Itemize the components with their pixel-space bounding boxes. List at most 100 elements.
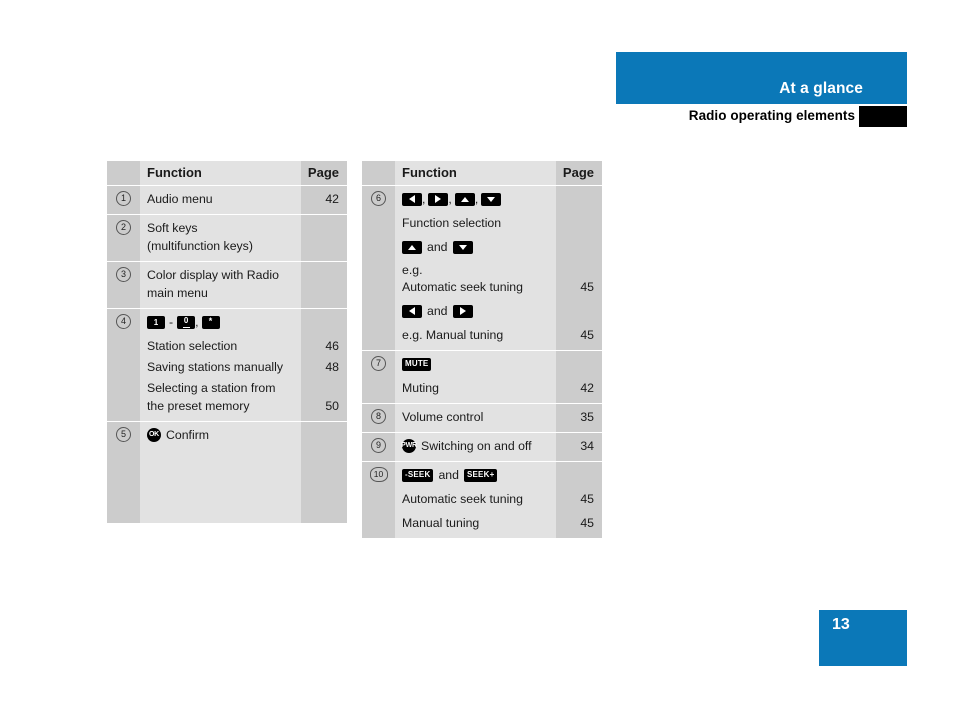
function-line: Saving stations manually — [147, 360, 284, 374]
page-ref[interactable]: 42 — [556, 379, 594, 397]
column-header-page: Page — [301, 161, 347, 185]
row-page-cell: 34 — [556, 433, 602, 461]
table-row: 2 Soft keys (multifunction keys) — [107, 215, 347, 262]
page-ref[interactable]: 45 — [556, 514, 594, 532]
column-header-function: Function — [395, 161, 547, 185]
row-index-cell: 1 — [107, 186, 140, 214]
row-index-cell: 5 — [107, 422, 140, 523]
page-ref[interactable]: 50 — [301, 397, 339, 415]
page-ref[interactable]: 45 — [556, 279, 594, 296]
key-glyph-row: and — [402, 238, 541, 256]
row-page-cell: 42 — [556, 351, 602, 403]
function-line: Selecting a station from — [147, 381, 276, 395]
row-page-cell — [301, 262, 347, 308]
arrow-up-key-icon — [454, 192, 475, 206]
function-line: Color display with Radio — [147, 268, 279, 282]
page-ref[interactable]: 34 — [556, 437, 594, 455]
function-line: (multifunction keys) — [147, 239, 253, 253]
column-gap — [292, 309, 301, 421]
arrow-down-key-icon — [481, 192, 502, 206]
triangle-right-glyph — [435, 195, 442, 203]
number-key-0-icon: 0 — [177, 315, 196, 329]
function-table-left: Function Page 1 Audio menu 42 2 Soft key… — [107, 161, 347, 523]
table-row: 8 Volume control 35 — [362, 404, 602, 433]
circled-number-icon: 7 — [371, 356, 386, 372]
key-comma: , — [474, 192, 479, 206]
circled-number-icon: 2 — [116, 220, 131, 236]
circled-number-icon: 1 — [116, 191, 131, 207]
arrow-left-key-icon — [402, 304, 422, 318]
page-ref[interactable]: 35 — [556, 408, 594, 426]
function-line: Station selection — [147, 339, 238, 353]
row-function-cell: Volume control — [395, 404, 547, 432]
row-function-cell: OK Confirm — [140, 422, 292, 523]
function-line: Manual tuning — [402, 516, 480, 530]
column-header-index — [362, 161, 395, 185]
row-function-cell: Soft keys (multifunction keys) — [140, 215, 292, 261]
ok-button-icon: OK — [147, 428, 161, 442]
column-header-index — [107, 161, 140, 185]
key-glyph-row: PWR Switching on and off — [401, 437, 541, 455]
row-index-cell: 6 — [362, 186, 395, 350]
function-line: Soft keys — [147, 221, 198, 235]
key-glyph-row: and — [402, 302, 541, 320]
function-line: Automatic seek tuning — [402, 280, 523, 294]
row-index-cell: 10 — [362, 462, 395, 538]
page-ref[interactable]: 45 — [556, 326, 594, 344]
table-header-row: Function Page — [362, 161, 602, 186]
arrow-right-key-icon — [452, 304, 473, 318]
page-ref — [301, 426, 339, 444]
row-index-cell: 8 — [362, 404, 395, 432]
header-section-title: Radio operating elements — [688, 108, 855, 123]
page-ref — [301, 266, 339, 284]
key-comma: , — [195, 315, 199, 329]
header-chapter-title: At a glance — [779, 80, 863, 97]
seek-down-key-icon: -SEEK — [402, 468, 434, 482]
table-row: 7 MUTE Muting 42 — [362, 351, 602, 404]
page-ref[interactable]: 48 — [301, 358, 339, 376]
underscore-mark-icon — [182, 326, 190, 328]
key-glyph-row: OK Confirm — [147, 426, 286, 444]
key-glyph-row: MUTE — [402, 355, 541, 373]
row-function-cell: Audio menu — [140, 186, 292, 214]
column-header-function: Function — [140, 161, 292, 185]
row-index-cell: 4 — [107, 309, 140, 421]
row-index-cell: 3 — [107, 262, 140, 308]
key-comma: , — [422, 192, 426, 206]
column-gap — [292, 422, 301, 523]
circled-number-icon: 3 — [116, 267, 131, 283]
table-row: 3 Color display with Radio main menu — [107, 262, 347, 309]
function-line: Audio menu — [147, 192, 213, 206]
header-subtitle-row: Radio operating elements — [616, 106, 907, 127]
table-row: 1 Audio menu 42 — [107, 186, 347, 215]
function-line: the preset memory — [147, 399, 250, 413]
page-ref[interactable]: 42 — [301, 190, 339, 208]
column-gap — [547, 404, 556, 432]
row-page-cell: 45 45 — [556, 462, 602, 538]
conjunction-label: and — [438, 468, 459, 482]
key-comma: , — [448, 192, 452, 206]
function-line: Automatic seek tuning — [402, 492, 523, 506]
function-line: Function selection — [402, 216, 502, 230]
mute-key-icon: MUTE — [402, 357, 432, 371]
key-glyph-row: , , , — [402, 190, 541, 208]
column-gap — [547, 186, 556, 350]
row-page-cell — [301, 422, 347, 523]
row-function-cell: -SEEK and SEEK+ Automatic seek tuning Ma… — [395, 462, 547, 538]
function-line: main menu — [147, 286, 208, 300]
key-glyph-row: -SEEK and SEEK+ — [402, 466, 541, 484]
row-page-cell — [301, 215, 347, 261]
page-ref[interactable]: 46 — [301, 337, 339, 355]
arrow-left-key-icon — [402, 192, 422, 206]
page-ref[interactable]: 45 — [556, 490, 594, 508]
table-row: 9 PWR Switching on and off 34 — [362, 433, 602, 462]
circled-number-icon: 5 — [116, 427, 131, 443]
row-function-cell: MUTE Muting — [395, 351, 547, 403]
seek-up-key-icon: SEEK+ — [463, 468, 498, 482]
row-index-cell: 9 — [362, 433, 395, 461]
header-black-marker — [859, 106, 907, 127]
